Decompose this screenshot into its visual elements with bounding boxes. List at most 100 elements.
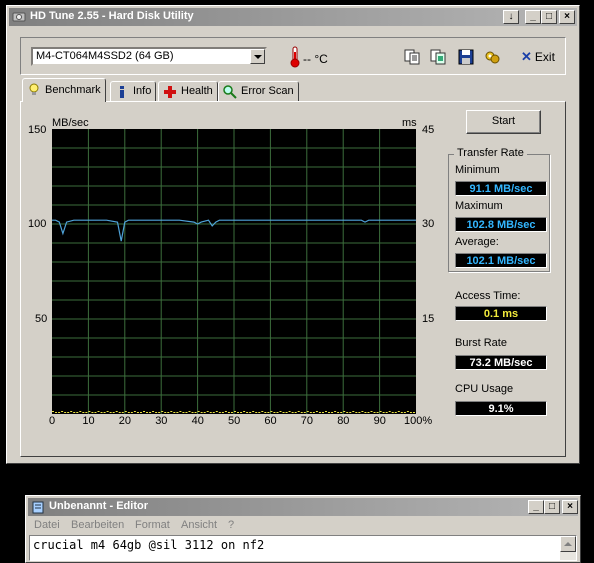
y-right-tick-label: 30	[422, 218, 435, 230]
access-time-point	[55, 412, 58, 413]
tab-health[interactable]: Health	[158, 81, 218, 101]
access-time-point	[179, 411, 182, 412]
y-axis-label-right: ms	[402, 117, 417, 129]
access-time-point	[88, 411, 91, 412]
access-time-point	[325, 411, 327, 412]
access-time-label: Access Time:	[455, 290, 521, 302]
access-time-point	[79, 411, 82, 412]
editor-minimize-button[interactable]: _	[528, 500, 544, 514]
access-time-point	[379, 411, 382, 412]
access-time-point	[67, 412, 70, 413]
access-time-point	[167, 412, 170, 413]
access-time-point	[306, 411, 309, 412]
access-time-point	[146, 412, 149, 413]
editor-text-area[interactable]: crucial m4 64gb @sil 3112 on nf2	[29, 535, 577, 561]
access-time-point	[358, 412, 361, 413]
thermometer-icon	[290, 46, 300, 68]
tab-error-scan-label: Error Scan	[241, 85, 294, 97]
menu-datei[interactable]: Datei	[34, 519, 60, 531]
access-time-point	[191, 412, 194, 413]
minimum-value: 91.1 MB/sec	[455, 181, 547, 196]
access-time-point	[300, 412, 303, 413]
save-icon[interactable]	[457, 48, 475, 66]
toolbar: M4-CT064M4SSD2 (64 GB) -- °C ✕ Exit	[20, 37, 566, 75]
access-time-point	[382, 412, 385, 413]
access-time-point	[130, 412, 133, 413]
access-time-point	[334, 411, 337, 412]
editor-maximize-button[interactable]: □	[544, 500, 560, 514]
access-time-point	[97, 411, 100, 412]
copy-screenshot-icon[interactable]	[429, 48, 447, 66]
access-time-point	[285, 412, 288, 413]
x-tick-label: 20	[118, 415, 132, 427]
vertical-scrollbar[interactable]	[560, 536, 576, 560]
access-time-point	[200, 412, 203, 413]
drive-select-value: M4-CT064M4SSD2 (64 GB)	[36, 50, 174, 62]
access-time-point	[243, 411, 246, 412]
chevron-down-icon[interactable]	[250, 49, 265, 64]
access-time-point	[206, 411, 209, 412]
access-time-point	[276, 412, 279, 413]
access-time-point	[176, 412, 179, 413]
x-tick-label: 70	[300, 415, 314, 427]
drive-select[interactable]: M4-CT064M4SSD2 (64 GB)	[31, 47, 267, 66]
access-time-point	[337, 412, 340, 413]
access-time-point	[400, 412, 403, 413]
exit-button[interactable]: ✕ Exit	[521, 49, 555, 65]
access-time-point	[315, 411, 318, 412]
access-time-point	[112, 412, 115, 413]
scroll-up-icon[interactable]	[560, 536, 576, 552]
access-time-point	[133, 411, 136, 412]
y-tick-label: 50	[35, 313, 48, 325]
access-time-point	[394, 412, 397, 413]
access-time-point	[170, 411, 173, 412]
access-time-point	[103, 412, 106, 413]
access-time-point	[252, 411, 255, 412]
copy-info-icon[interactable]	[403, 48, 421, 66]
minimum-label: Minimum	[455, 164, 500, 176]
access-time-point	[385, 412, 388, 413]
access-time-point	[118, 412, 121, 413]
tab-error-scan[interactable]: Error Scan	[218, 81, 299, 101]
start-button[interactable]: Start	[466, 110, 541, 134]
average-label: Average:	[455, 236, 499, 248]
editor-close-button[interactable]: ×	[562, 500, 578, 514]
access-time-point	[215, 411, 218, 412]
access-time-point	[391, 412, 394, 413]
access-time-point	[237, 412, 240, 413]
access-time-point	[58, 412, 61, 413]
access-time-point	[155, 412, 158, 413]
access-time-point	[291, 412, 294, 413]
access-time-point	[52, 411, 54, 412]
access-time-point	[412, 412, 415, 413]
options-icon[interactable]	[483, 48, 501, 66]
editor-titlebar[interactable]: Unbenannt - Editor _ □ ×	[28, 498, 578, 516]
access-time-point	[318, 412, 321, 413]
access-time-point	[121, 412, 124, 413]
access-time-point	[309, 412, 312, 413]
access-time-point	[364, 412, 367, 413]
access-time-value: 0.1 ms	[455, 306, 547, 321]
y-tick-label: 150	[28, 124, 47, 136]
menu-format[interactable]: Format	[135, 519, 170, 531]
access-time-point	[61, 411, 64, 412]
health-cross-icon	[164, 86, 176, 98]
access-time-point	[297, 411, 300, 412]
tab-info[interactable]: Info	[110, 81, 157, 101]
access-time-point	[194, 412, 197, 413]
access-time-point	[109, 412, 112, 413]
average-value: 102.1 MB/sec	[455, 253, 547, 268]
access-time-point	[76, 412, 79, 413]
tab-benchmark[interactable]: Benchmark	[22, 78, 106, 102]
transfer-rate-legend: Transfer Rate	[454, 147, 527, 159]
menu-ansicht[interactable]: Ansicht	[181, 519, 217, 531]
access-time-point	[188, 411, 191, 412]
y-right-tick-label: 45	[422, 124, 435, 136]
plot-area	[52, 129, 416, 414]
burst-rate-label: Burst Rate	[455, 337, 507, 349]
menu-help[interactable]: ?	[228, 519, 234, 531]
y-axis-label-left: MB/sec	[52, 117, 89, 129]
maximum-value: 102.8 MB/sec	[455, 217, 547, 232]
access-time-point	[209, 412, 212, 413]
menu-bearbeiten[interactable]: Bearbeiten	[71, 519, 124, 531]
